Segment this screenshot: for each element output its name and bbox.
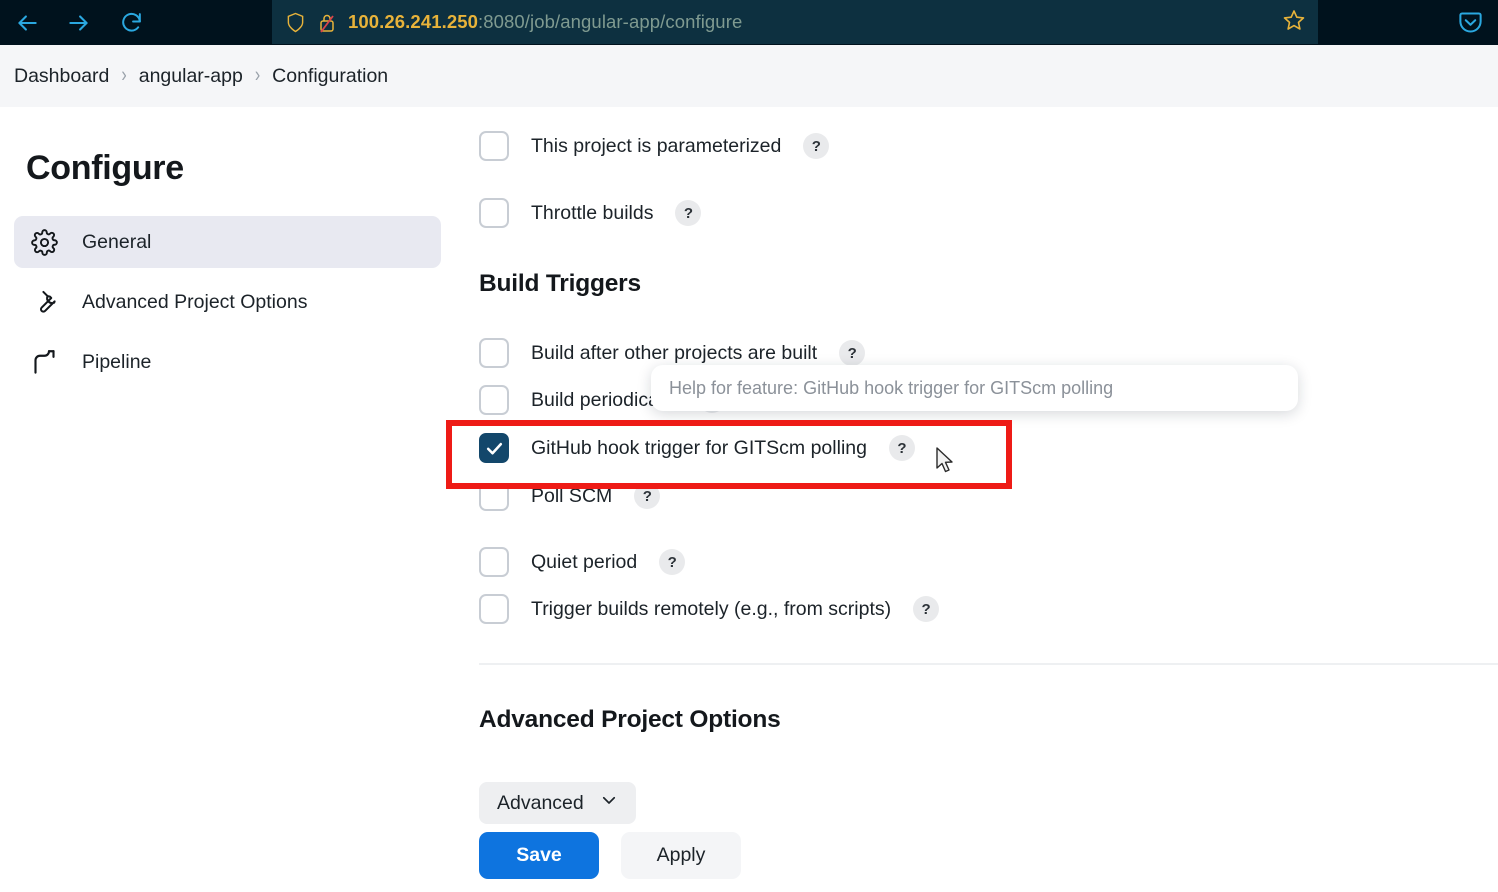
save-button[interactable]: Save — [479, 832, 599, 879]
browser-chrome: 100.26.241.250:8080/job/angular-app/conf… — [0, 0, 1498, 45]
configure-sidebar: Configure General Advanced Project Optio… — [0, 107, 455, 396]
arrow-right-icon — [66, 10, 92, 36]
page-title: Configure — [26, 149, 184, 187]
tooltip-text: Help for feature: GitHub hook trigger fo… — [669, 377, 1114, 398]
section-heading-build-triggers: Build Triggers — [479, 270, 641, 297]
help-icon[interactable]: ? — [839, 340, 866, 366]
chevron-right-icon: › — [254, 63, 261, 87]
reload-button[interactable] — [114, 6, 148, 40]
checkbox-build-periodically[interactable] — [479, 385, 509, 415]
address-bar[interactable]: 100.26.241.250:8080/job/angular-app/conf… — [272, 0, 1318, 44]
chevron-right-icon: › — [121, 63, 127, 87]
breadcrumb-item-angular-app[interactable]: angular-app — [139, 65, 243, 88]
option-label: Build after other projects are built — [531, 341, 818, 364]
checkbox-throttle-builds[interactable] — [479, 198, 509, 228]
option-trigger-builds-remotely[interactable]: Trigger builds remotely (e.g., from scri… — [479, 594, 940, 624]
option-throttle-builds[interactable]: Throttle builds ? — [479, 198, 702, 228]
sidebar-item-general[interactable]: General — [14, 216, 441, 268]
pocket-icon[interactable] — [1457, 9, 1484, 41]
lock-broken-icon[interactable] — [316, 10, 338, 34]
checkbox-this-project-is-parameterized[interactable] — [479, 131, 509, 161]
checkbox-build-after-other-projects[interactable] — [479, 338, 509, 368]
breadcrumb-item-dashboard[interactable]: Dashboard — [14, 65, 109, 88]
help-icon[interactable]: ? — [659, 549, 686, 575]
url-text: 100.26.241.250:8080/job/angular-app/conf… — [348, 11, 742, 33]
breadcrumb-item-configuration[interactable]: Configuration — [272, 65, 388, 88]
help-icon[interactable]: ? — [803, 133, 830, 159]
sidebar-item-pipeline[interactable]: Pipeline — [14, 336, 441, 388]
checkbox-trigger-builds-remotely[interactable] — [479, 594, 509, 624]
option-label: Quiet period — [531, 550, 638, 573]
sidebar-nav: General Advanced Project Options Pipelin… — [0, 216, 455, 388]
url-path: :8080/job/angular-app/configure — [478, 11, 743, 32]
option-this-project-is-parameterized[interactable]: This project is parameterized ? — [479, 131, 830, 161]
chevron-down-icon — [600, 791, 618, 815]
section-heading-advanced-project-options: Advanced Project Options — [479, 706, 781, 733]
pipeline-icon — [30, 348, 58, 376]
advanced-dropdown-button[interactable]: Advanced — [479, 782, 636, 824]
option-label: This project is parameterized — [531, 134, 782, 157]
shield-icon[interactable] — [284, 10, 306, 34]
sidebar-item-label: Pipeline — [82, 350, 152, 373]
star-icon[interactable] — [1282, 8, 1306, 37]
option-label: Throttle builds — [531, 201, 654, 224]
option-github-hook-trigger[interactable]: GitHub hook trigger for GITScm polling ? — [479, 433, 915, 463]
section-divider — [479, 663, 1498, 665]
advanced-dropdown-label: Advanced — [497, 791, 584, 814]
breadcrumb: Dashboard › angular-app › Configuration — [0, 45, 1498, 107]
sidebar-item-label: Advanced Project Options — [82, 290, 308, 313]
option-build-after-other-projects-are-built[interactable]: Build after other projects are built ? — [479, 338, 866, 368]
reload-icon — [119, 10, 144, 35]
gear-icon — [30, 228, 58, 256]
help-icon[interactable]: ? — [888, 435, 915, 461]
check-icon — [486, 442, 502, 455]
checkbox-quiet-period[interactable] — [479, 547, 509, 577]
help-icon[interactable]: ? — [675, 200, 702, 226]
help-tooltip: Help for feature: GitHub hook trigger fo… — [651, 365, 1298, 411]
sidebar-item-advanced-project-options[interactable]: Advanced Project Options — [14, 276, 441, 328]
sidebar-item-label: General — [82, 230, 152, 253]
option-label: Trigger builds remotely (e.g., from scri… — [531, 597, 892, 620]
option-label: GitHub hook trigger for GITScm polling — [531, 436, 867, 459]
back-button[interactable] — [10, 6, 44, 40]
browser-nav-buttons — [0, 6, 148, 40]
wrench-icon — [30, 288, 58, 316]
url-host: 100.26.241.250 — [348, 11, 478, 32]
page-body: Configure General Advanced Project Optio… — [0, 107, 1498, 892]
apply-button[interactable]: Apply — [621, 832, 741, 879]
checkbox-github-hook-trigger[interactable] — [479, 433, 509, 463]
forward-button[interactable] — [62, 6, 96, 40]
arrow-left-icon — [14, 10, 40, 36]
help-icon[interactable]: ? — [913, 596, 940, 622]
option-quiet-period[interactable]: Quiet period ? — [479, 547, 686, 577]
